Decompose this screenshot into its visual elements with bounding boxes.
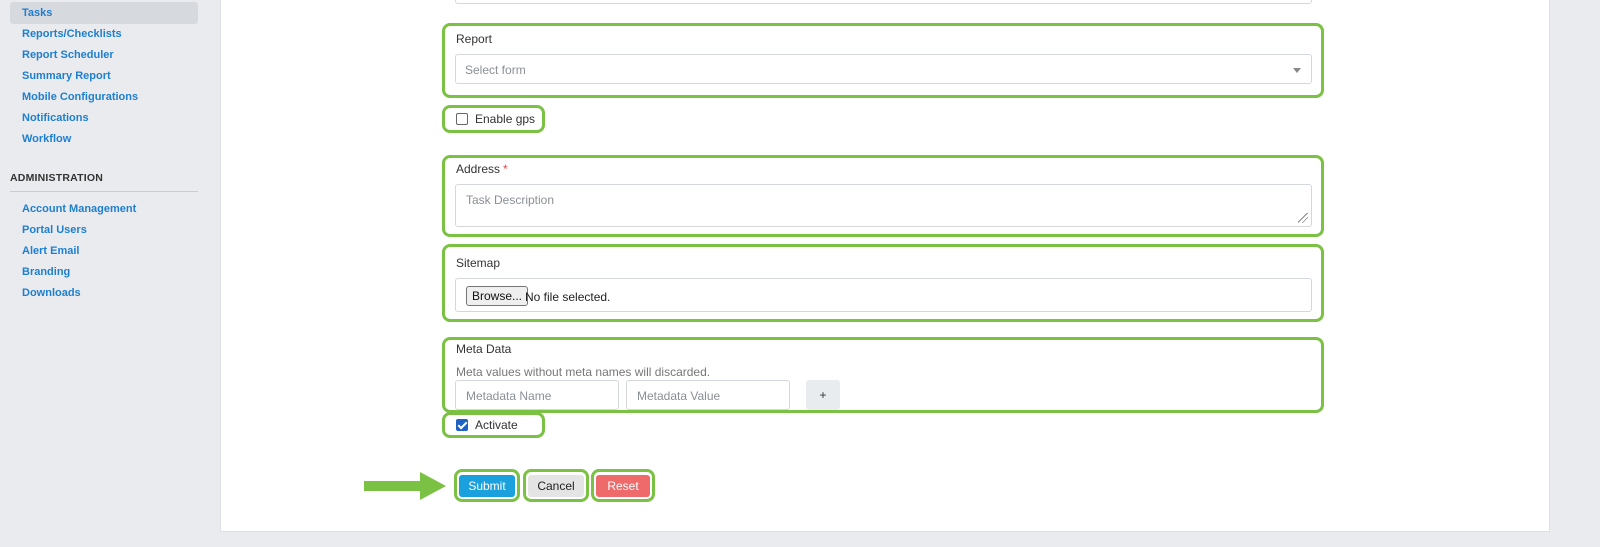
- sidebar-item-tasks[interactable]: Tasks: [22, 7, 52, 19]
- administration-header: ADMINISTRATION: [10, 172, 104, 184]
- arrow-pointer-icon: [420, 472, 446, 500]
- previous-field-input[interactable]: [455, 0, 1312, 4]
- metadata-value-input[interactable]: Metadata Value: [626, 380, 790, 410]
- submit-button[interactable]: Submit: [459, 475, 515, 497]
- address-textarea[interactable]: Task Description: [455, 184, 1312, 227]
- file-status: No file selected.: [525, 290, 611, 304]
- reset-button[interactable]: Reset: [596, 475, 650, 497]
- sidebar-item-downloads[interactable]: Downloads: [22, 287, 81, 299]
- enable-gps-label: Enable gps: [475, 112, 536, 126]
- chevron-down-icon: [1293, 68, 1301, 73]
- metadata-value-placeholder: Metadata Value: [637, 389, 721, 403]
- enable-gps-checkbox[interactable]: [456, 113, 468, 125]
- report-label: Report: [456, 32, 493, 46]
- browse-button[interactable]: Browse...: [466, 286, 529, 306]
- report-select-placeholder: Select form: [465, 63, 526, 77]
- sidebar-item-portal-users[interactable]: Portal Users: [22, 224, 87, 236]
- sidebar-item-report-scheduler[interactable]: Report Scheduler: [22, 49, 114, 61]
- meta-data-label: Meta Data: [456, 342, 512, 356]
- cancel-button[interactable]: Cancel: [528, 475, 584, 497]
- resize-handle-icon[interactable]: [1298, 213, 1308, 223]
- required-asterisk: *: [503, 162, 508, 176]
- sidebar-item-workflow[interactable]: Workflow: [22, 133, 71, 145]
- metadata-name-input[interactable]: Metadata Name: [455, 380, 619, 410]
- sidebar-item-account-management[interactable]: Account Management: [22, 203, 136, 215]
- meta-data-hint: Meta values without meta names will disc…: [456, 365, 711, 379]
- activate-checkbox[interactable]: [456, 419, 468, 431]
- sidebar-item-alert-email[interactable]: Alert Email: [22, 245, 79, 257]
- sidebar-item-reports-checklists[interactable]: Reports/Checklists: [22, 28, 122, 40]
- sidebar-item-summary-report[interactable]: Summary Report: [22, 70, 111, 82]
- sidebar-item-notifications[interactable]: Notifications: [22, 112, 89, 124]
- address-placeholder: Task Description: [466, 193, 555, 207]
- arrow-shaft: [364, 481, 424, 491]
- metadata-name-placeholder: Metadata Name: [466, 389, 552, 403]
- sidebar-item-branding[interactable]: Branding: [22, 266, 70, 278]
- add-metadata-button[interactable]: +: [806, 380, 840, 410]
- report-select[interactable]: Select form: [455, 54, 1312, 84]
- address-label: Address *: [456, 162, 508, 176]
- section-divider: [10, 191, 198, 192]
- sitemap-file-input[interactable]: Browse... No file selected.: [455, 278, 1312, 312]
- sidebar-item-mobile-configurations[interactable]: Mobile Configurations: [22, 91, 138, 103]
- sitemap-label: Sitemap: [456, 256, 501, 270]
- activate-label: Activate: [475, 418, 518, 432]
- sidebar: Tasks Reports/Checklists Report Schedule…: [0, 0, 218, 547]
